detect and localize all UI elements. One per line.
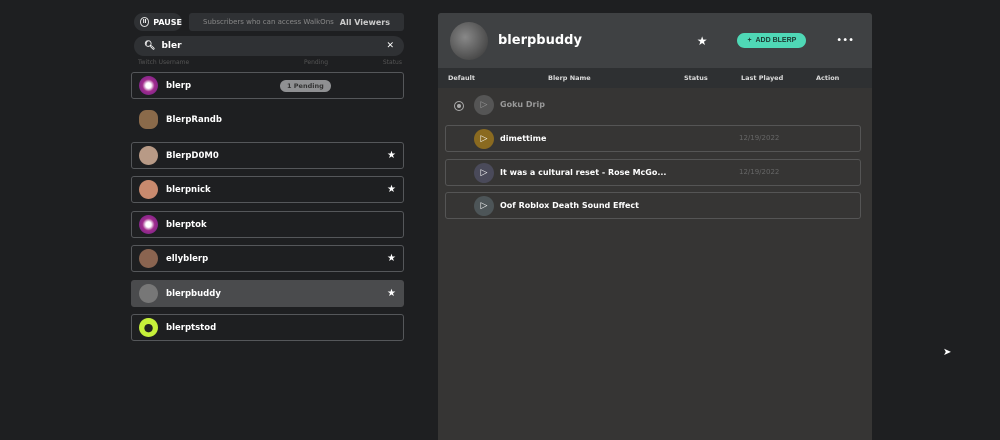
play-icon[interactable]: ▷ xyxy=(474,129,494,149)
mouse-cursor-icon: ➤ xyxy=(943,347,952,358)
avatar xyxy=(139,249,158,268)
pending-badge: 1 Pending xyxy=(280,79,331,92)
user-list-header: Twitch Username Pending Status xyxy=(138,59,402,66)
search-bar: 🔍︎ ✕ xyxy=(134,36,404,56)
clear-search-icon[interactable]: ✕ xyxy=(386,41,394,51)
play-icon[interactable]: ▷ xyxy=(474,163,494,183)
blerp-row[interactable]: ▷ Goku Drip xyxy=(445,91,861,118)
user-row[interactable]: ● blerptstod xyxy=(131,314,404,341)
default-radio[interactable] xyxy=(454,101,464,111)
default-avatar-icon: ● xyxy=(139,318,158,337)
avatar xyxy=(139,284,158,303)
user-row[interactable]: blerptok xyxy=(131,211,404,238)
user-row[interactable]: ellyblerp ★ xyxy=(131,245,404,272)
user-row[interactable]: blerp 1 Pending xyxy=(131,72,404,99)
avatar xyxy=(139,215,158,234)
user-row-selected[interactable]: blerpbuddy ★ xyxy=(131,280,404,307)
avatar xyxy=(450,21,488,60)
avatar xyxy=(139,146,158,165)
pause-icon: II xyxy=(140,17,150,27)
star-icon[interactable]: ★ xyxy=(387,150,396,161)
blerp-row[interactable]: ▷ Oof Roblox Death Sound Effect xyxy=(445,192,861,219)
user-row[interactable]: BlerpRandb xyxy=(131,106,404,133)
play-icon[interactable]: ▷ xyxy=(474,95,494,115)
blerp-row[interactable]: ▷ dimettime 12/19/2022 xyxy=(445,125,861,152)
search-input[interactable] xyxy=(161,41,381,51)
user-row[interactable]: blerpnick ★ xyxy=(131,176,404,203)
avatar xyxy=(139,110,158,129)
panel-username: blerpbuddy xyxy=(498,33,582,48)
more-options-icon[interactable]: ••• xyxy=(836,35,854,46)
add-blerp-button[interactable]: + ADD BLERP xyxy=(737,33,807,48)
user-row[interactable]: BlerpD0M0 ★ xyxy=(131,142,404,169)
star-icon[interactable]: ★ xyxy=(697,34,708,48)
blerp-row[interactable]: ▷ It was a cultural reset - Rose McGo... 1… xyxy=(445,159,861,186)
user-detail-panel: blerpbuddy ★ + ADD BLERP ••• Default Ble… xyxy=(438,13,872,440)
star-icon[interactable]: ★ xyxy=(387,253,396,264)
panel-header: blerpbuddy ★ + ADD BLERP ••• xyxy=(438,13,872,68)
play-icon[interactable]: ▷ xyxy=(474,196,494,216)
subscribers-access-select[interactable]: Subscribers who can access WalkOns All Vi… xyxy=(189,13,404,31)
blerp-table-header: Default Blerp Name Status Last Played Ac… xyxy=(438,68,872,88)
avatar xyxy=(139,76,158,95)
pause-button[interactable]: II PAUSE xyxy=(134,13,182,31)
search-icon: 🔍︎ xyxy=(144,41,156,51)
star-icon[interactable]: ★ xyxy=(387,288,396,299)
avatar xyxy=(139,180,158,199)
star-icon[interactable]: ★ xyxy=(387,184,396,195)
